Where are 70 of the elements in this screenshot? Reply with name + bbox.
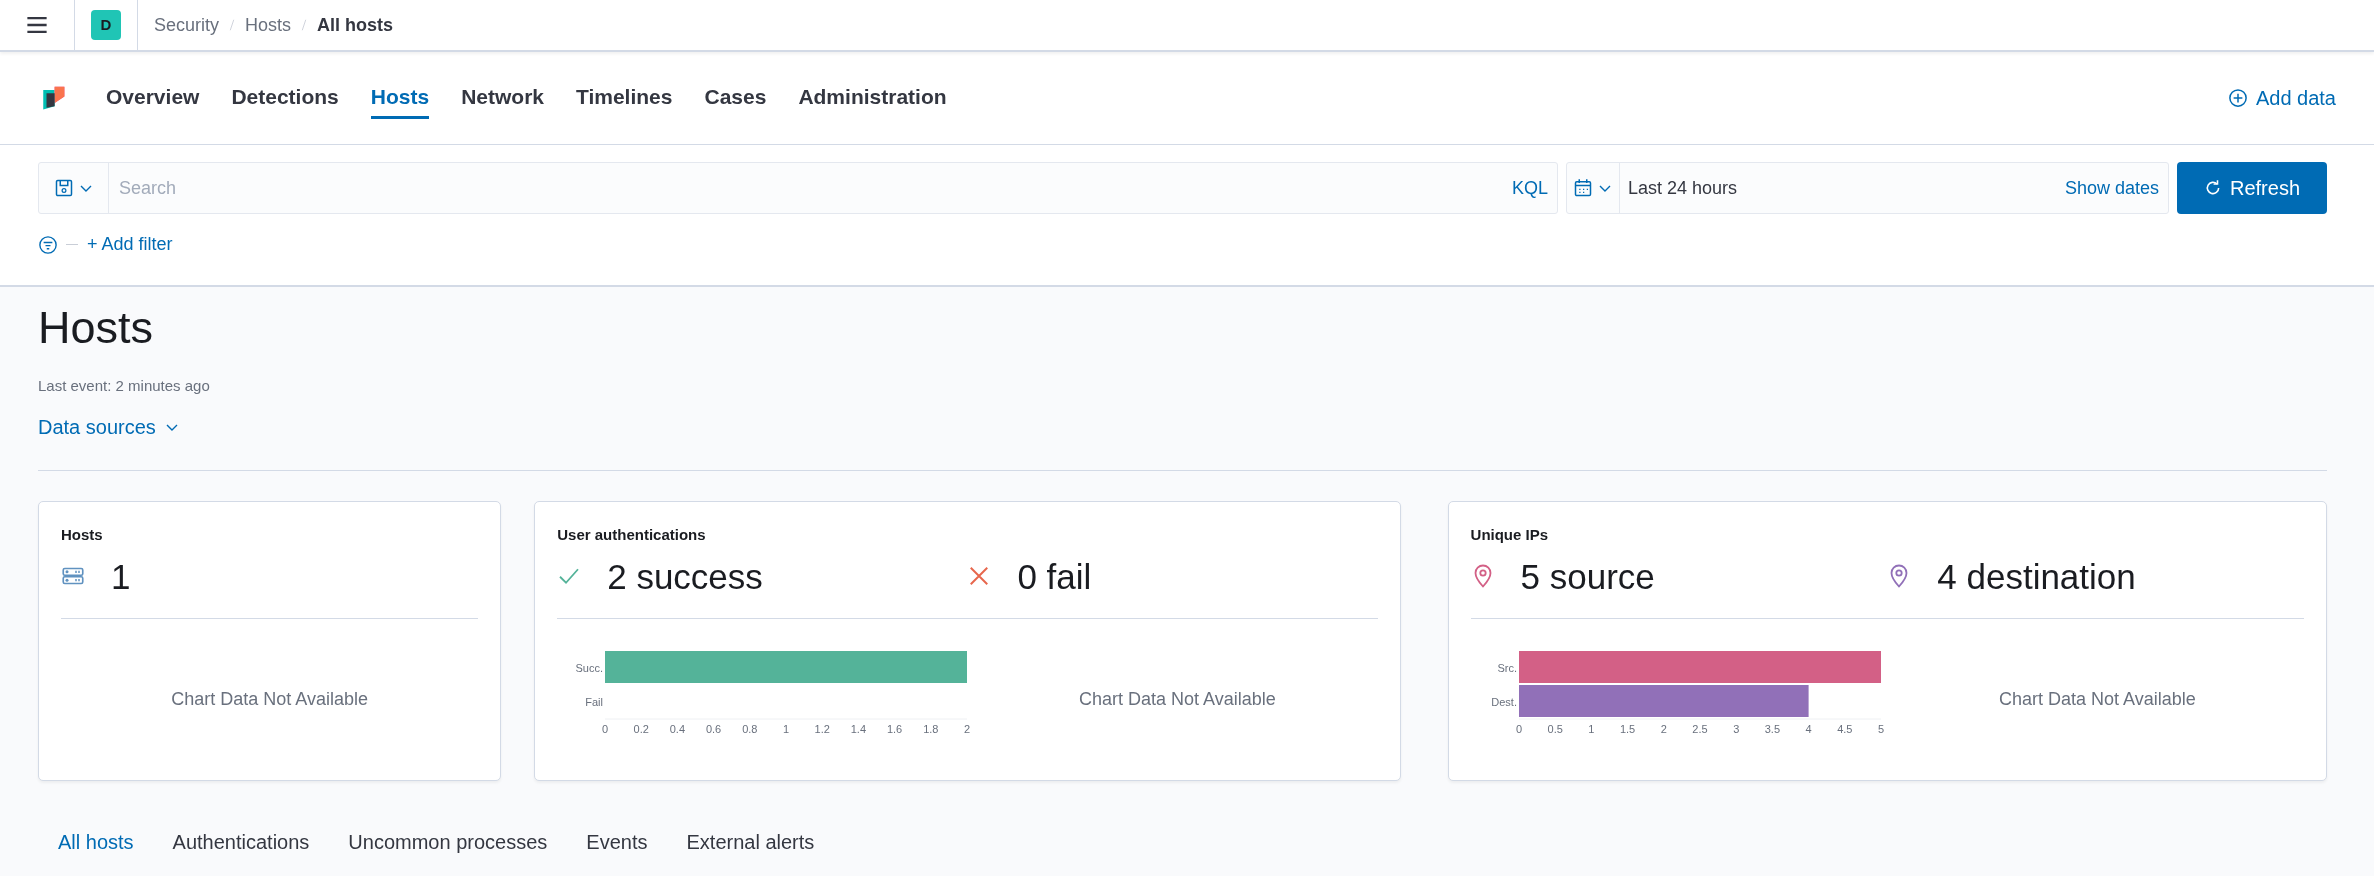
filter-icon[interactable]	[38, 234, 58, 255]
tick-label: 2	[964, 723, 971, 736]
content-tab[interactable]: Uncommon processes	[348, 826, 548, 857]
nav-tab[interactable]: Detections	[231, 76, 339, 120]
last-event-text: Last event: 2 minutes ago	[38, 376, 211, 396]
data-sources-button[interactable]: Data sources	[38, 411, 180, 442]
content-tab[interactable]: External alerts	[686, 826, 815, 857]
tick-label: 1.5	[1619, 723, 1635, 736]
tick-label: 0.5	[1547, 723, 1563, 736]
breadcrumb-link[interactable]: Security	[154, 11, 220, 39]
tick-label: 1.2	[814, 723, 831, 736]
tick-label: 0	[1515, 723, 1522, 736]
search-bar[interactable]: Search KQL	[38, 162, 1558, 214]
refresh-button[interactable]: Refresh	[2177, 162, 2327, 214]
tick-label: 0.6	[706, 723, 722, 736]
card-title: User authentications	[557, 524, 707, 545]
tick-label: 4	[1805, 723, 1812, 736]
category-label: Fail	[585, 696, 604, 709]
category-label: Src.	[1497, 662, 1517, 675]
nav-tab[interactable]: Cases	[704, 76, 767, 120]
card-title: Unique IPs	[1470, 524, 1550, 545]
empty-chart-message: Chart Data Not Available	[171, 687, 368, 711]
saved-query-icon[interactable]	[53, 178, 74, 198]
add-filter-link[interactable]: + Add filter	[86, 230, 174, 259]
category-label: Succ.	[575, 662, 604, 675]
nav-tab[interactable]: Hosts	[370, 76, 430, 120]
stat-value: 5 source	[1520, 558, 1655, 594]
calendar-icon[interactable]	[1573, 178, 1593, 198]
menu-icon[interactable]	[26, 14, 48, 36]
space-avatar[interactable]: D	[91, 10, 121, 40]
category-label: Dest.	[1490, 696, 1517, 709]
tick-label: 3	[1732, 723, 1739, 736]
date-range-text: Last 24 hours	[1627, 176, 1739, 200]
dash-icon	[66, 244, 78, 245]
show-dates-link[interactable]: Show dates	[2063, 173, 2160, 203]
breadcrumb-current: All hosts	[317, 13, 394, 37]
nav-tab[interactable]: Overview	[106, 76, 200, 120]
tick-label: 1.6	[887, 723, 903, 736]
stat-value: 1	[111, 558, 131, 594]
tick-label: 0	[602, 723, 609, 736]
nav-tab[interactable]: Network	[461, 76, 544, 120]
tick-label: 1.4	[850, 723, 867, 736]
tick-label: 2.5	[1691, 723, 1708, 736]
stat-value: 4 destination	[1937, 558, 2136, 594]
content-tab[interactable]: All hosts	[58, 826, 134, 857]
tick-label: 1	[783, 723, 790, 736]
tick-label: 5	[1877, 723, 1884, 736]
stat-value: 0 fail	[1017, 558, 1092, 594]
add-icon	[2227, 88, 2248, 108]
query-language-button[interactable]: KQL	[1510, 173, 1549, 203]
empty-chart-message: Chart Data Not Available	[1998, 687, 2196, 711]
tick-label: 0.8	[742, 723, 758, 736]
tick-label: 0.2	[633, 723, 650, 736]
tick-label: 1.8	[923, 723, 939, 736]
tick-label: 2	[1660, 723, 1667, 736]
tick-label: 1	[1587, 723, 1594, 736]
nav-tab[interactable]: Timelines	[576, 76, 673, 120]
breadcrumb-link[interactable]: Hosts	[245, 11, 292, 39]
tick-label: 4.5	[1836, 723, 1852, 736]
content-tab[interactable]: Authentications	[172, 826, 310, 857]
add-data-link[interactable]: Add data	[2227, 83, 2336, 113]
refresh-icon	[2204, 179, 2222, 197]
tick-label: 0.4	[669, 723, 686, 736]
page-title: Hosts	[38, 301, 155, 355]
card-title: Hosts	[61, 524, 104, 545]
nav-tab[interactable]: Administration	[798, 76, 947, 120]
content-tab[interactable]: Events	[586, 826, 648, 857]
empty-chart-message: Chart Data Not Available	[1079, 687, 1276, 711]
tick-label: 3.5	[1764, 723, 1780, 736]
stat-value: 2 success	[607, 558, 763, 594]
